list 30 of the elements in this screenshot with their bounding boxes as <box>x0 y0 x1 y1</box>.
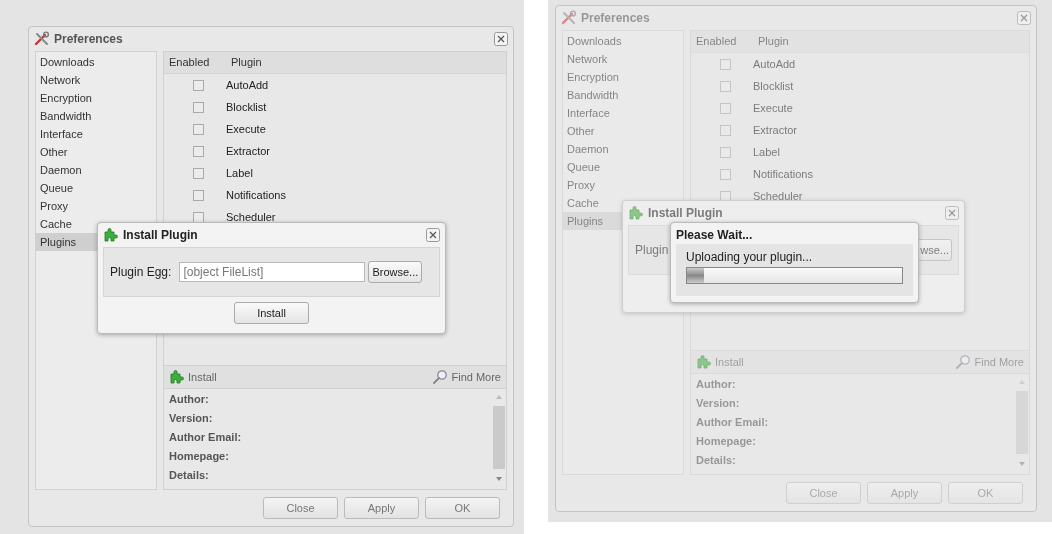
plugin-name: Extractor <box>226 145 270 157</box>
field-label: Author Email: <box>169 431 243 445</box>
field-label: Plugin Egg: <box>110 265 172 279</box>
plugin-name: Label <box>753 146 780 158</box>
plugin-name: Blocklist <box>753 80 794 92</box>
plugin-name: Scheduler <box>753 190 803 202</box>
dialog-title: Please Wait... <box>676 227 754 244</box>
field-label: Author Email: <box>696 416 770 430</box>
field-label: Plugin <box>635 243 669 257</box>
field-label: Homepage: <box>169 450 230 464</box>
plugin-name: Blocklist <box>226 101 267 113</box>
plugin-name: Notifications <box>753 168 813 180</box>
field-label: Version: <box>696 397 741 411</box>
status-message: Uploading your plugin... <box>686 250 814 264</box>
field-label: Details: <box>169 469 210 483</box>
plugin-name: Label <box>226 167 253 179</box>
window-title: Preferences <box>581 11 650 25</box>
plugin-name: Notifications <box>226 189 286 201</box>
plugin-name: Execute <box>753 102 793 114</box>
field-label: Homepage: <box>696 435 757 449</box>
field-label: Author: <box>169 393 210 407</box>
plugin-name: AutoAdd <box>226 79 269 91</box>
field-label: Details: <box>696 454 737 468</box>
plugin-name: Scheduler <box>226 211 276 223</box>
plugin-name: AutoAdd <box>753 58 796 70</box>
window-title: Preferences <box>54 32 123 46</box>
plugin-name: Execute <box>226 123 266 135</box>
field-label: Version: <box>169 412 214 426</box>
plugin-name: Extractor <box>753 124 797 136</box>
field-label: Author: <box>696 378 737 392</box>
